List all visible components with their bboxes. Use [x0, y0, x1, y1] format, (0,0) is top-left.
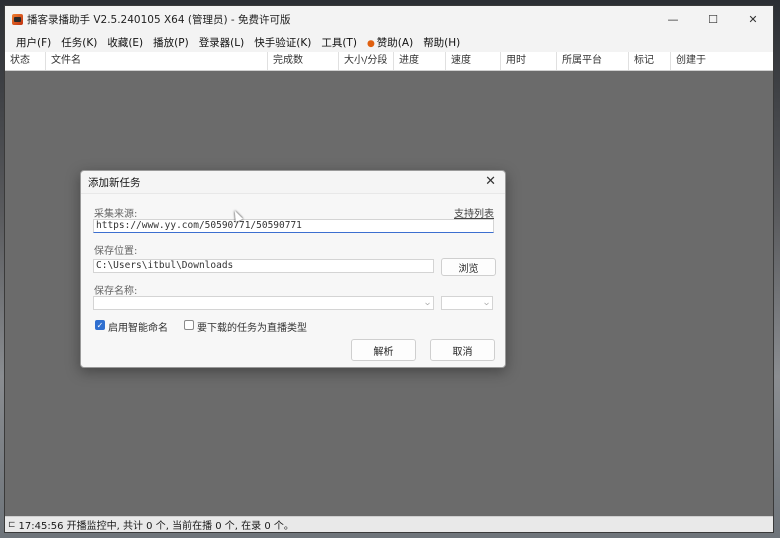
column-header-tag[interactable]: 标记 [629, 52, 671, 70]
dialog-close-icon[interactable]: ✕ [485, 174, 496, 189]
menu-tools[interactable]: 工具(T) [316, 35, 362, 50]
source-label: 采集来源: [94, 209, 138, 220]
parse-button[interactable]: 解析 [351, 339, 416, 361]
window-title: 播客录播助手 V2.5.240105 X64 (管理员) - 免费许可版 [27, 13, 291, 26]
menu-favorites[interactable]: 收藏(E) [102, 35, 148, 50]
task-table-header: 状态 文件名 完成数 大小/分段 进度 速度 用时 所属平台 标记 创建于 [5, 52, 773, 71]
menu-bar: 用户(F) 任务(K) 收藏(E) 播放(P) 登录器(L) 快手验证(K) 工… [5, 32, 773, 52]
window-controls: — ☐ ✕ [653, 6, 773, 32]
live-type-checkbox[interactable] [184, 320, 194, 330]
column-header-platform[interactable]: 所属平台 [557, 52, 629, 70]
add-task-dialog: 添加新任务 ✕ 采集来源: 支持列表 https://www.yy.com/50… [80, 170, 506, 368]
chevron-down-icon: ⌵ [425, 298, 430, 307]
live-type-label: 要下载的任务为直播类型 [197, 323, 307, 334]
save-name-label: 保存名称: [94, 286, 138, 297]
status-bar: ⊏ 17:45:56 开播监控中, 共计 0 个, 当前在播 0 个, 在录 0… [5, 516, 773, 532]
save-location-label: 保存位置: [94, 246, 138, 257]
smart-naming-label: 启用智能命名 [108, 323, 168, 334]
column-header-completed[interactable]: 完成数 [268, 52, 339, 70]
menu-sponsor-label: 赞助(A) [376, 36, 414, 49]
cancel-button[interactable]: 取消 [430, 339, 495, 361]
maximize-button[interactable]: ☐ [693, 6, 733, 32]
column-header-speed[interactable]: 速度 [446, 52, 501, 70]
app-logo-icon [12, 13, 23, 25]
column-header-size[interactable]: 大小/分段 [339, 52, 394, 70]
close-button[interactable]: ✕ [733, 6, 773, 32]
menu-login[interactable]: 登录器(L) [194, 35, 250, 50]
title-bar[interactable]: 播客录播助手 V2.5.240105 X64 (管理员) - 免费许可版 — ☐… [5, 6, 773, 32]
smart-naming-checkbox[interactable]: ✓ [95, 320, 105, 330]
save-name-combo[interactable]: ⌵ [93, 296, 434, 310]
menu-user[interactable]: 用户(F) [11, 35, 56, 50]
minimize-button[interactable]: — [653, 6, 693, 32]
chevron-down-icon: ⌵ [484, 298, 489, 307]
menu-task[interactable]: 任务(K) [56, 35, 102, 50]
save-location-input[interactable]: C:\Users\itbul\Downloads [93, 259, 434, 273]
status-text: 17:45:56 开播监控中, 共计 0 个, 当前在播 0 个, 在录 0 个… [18, 521, 294, 532]
menu-kuaishou-verify[interactable]: 快手验证(K) [249, 35, 316, 50]
dialog-body: 采集来源: 支持列表 https://www.yy.com/50590771/5… [81, 193, 505, 367]
menu-play[interactable]: 播放(P) [148, 35, 194, 50]
sponsor-dot-icon: ● [366, 38, 375, 49]
monitor-icon: ⊏ [8, 519, 16, 530]
support-list-link[interactable]: 支持列表 [454, 205, 494, 220]
column-header-filename[interactable]: 文件名 [46, 52, 268, 70]
column-header-status[interactable]: 状态 [5, 52, 46, 70]
dialog-title: 添加新任务 [88, 177, 141, 189]
browse-button[interactable]: 浏览 [441, 258, 496, 276]
menu-sponsor[interactable]: ● 赞助(A) [362, 35, 418, 50]
column-header-progress[interactable]: 进度 [394, 52, 446, 70]
column-header-created[interactable]: 创建于 [671, 52, 771, 70]
column-header-elapsed[interactable]: 用时 [501, 52, 557, 70]
source-url-input[interactable]: https://www.yy.com/50590771/50590771 [93, 219, 494, 233]
format-combo[interactable]: ⌵ [441, 296, 493, 310]
menu-help[interactable]: 帮助(H) [418, 35, 465, 50]
